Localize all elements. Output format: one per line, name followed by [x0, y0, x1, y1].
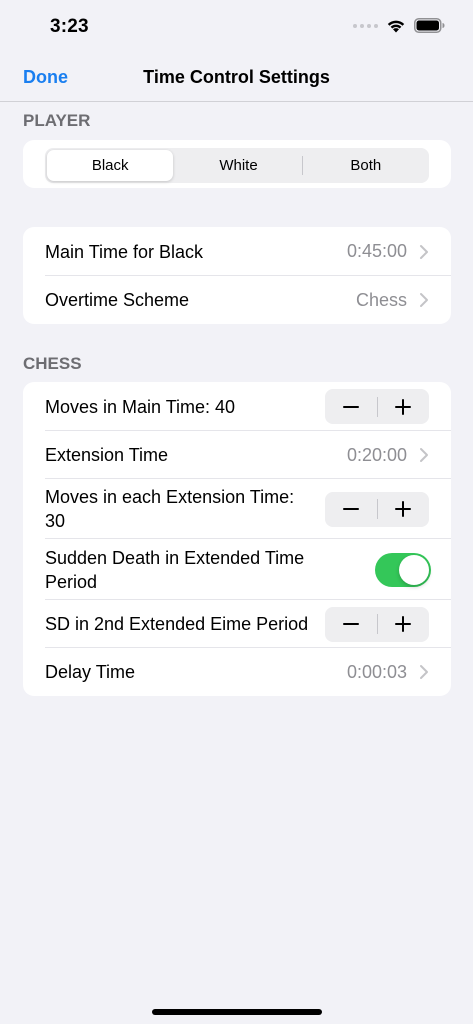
chevron-right-icon [420, 293, 428, 307]
player-card: Black White Both [23, 140, 451, 188]
chevron-right-icon [420, 448, 428, 462]
increment-button[interactable] [378, 492, 430, 527]
sd-2nd-row: SD in 2nd Extended Eime Period [23, 600, 451, 648]
overtime-scheme-label: Overtime Scheme [45, 290, 190, 310]
plus-icon [395, 616, 412, 632]
increment-button[interactable] [378, 607, 430, 642]
plus-icon [395, 398, 412, 415]
section-header-player: PLAYER [23, 111, 91, 130]
toggle-knob [399, 554, 429, 585]
status-bar: 3:23 [0, 0, 473, 56]
chess-card: Moves in Main Time: 40 Extension Time 0:… [23, 382, 451, 696]
decrement-button[interactable] [325, 389, 377, 424]
moves-extension-label-line2: 30 [45, 511, 66, 531]
navigation-bar: Done Time Control Settings [0, 56, 473, 102]
sd-2nd-label: SD in 2nd Extended Eime Period [45, 614, 309, 634]
plus-icon [395, 501, 412, 517]
player-segmented-control: Black White Both [45, 148, 429, 183]
overtime-scheme-value: Chess [355, 289, 407, 310]
delay-time-value: 0:00:03 [346, 661, 407, 682]
delay-time-label: Delay Time [45, 662, 136, 682]
chevron-right-icon [420, 244, 428, 259]
home-indicator [152, 1009, 322, 1015]
segment-white[interactable]: White [175, 148, 301, 183]
delay-time-row[interactable]: Delay Time 0:00:03 [23, 648, 451, 696]
moves-extension-label: Moves in each Extension Time: 30 [45, 485, 294, 533]
minus-icon [342, 508, 359, 510]
sudden-death-label-line2: Period [45, 571, 98, 592]
segment-both[interactable]: Both [303, 148, 429, 183]
main-time-label: Main Time for Black [45, 241, 204, 262]
status-time: 3:23 [50, 16, 89, 37]
segment-black[interactable]: Black [47, 150, 174, 181]
minus-icon [342, 405, 359, 408]
moves-main-time-row: Moves in Main Time: 40 [23, 382, 451, 431]
minus-icon [342, 623, 359, 625]
wifi-icon [387, 20, 405, 33]
time-card: Main Time for Black 0:45:00 Overtime Sch… [23, 227, 451, 324]
sudden-death-label-line1: Sudden Death in Extended Time [45, 547, 305, 568]
moves-main-time-stepper [325, 389, 429, 424]
cellular-signal-icon [353, 23, 378, 28]
sd-2nd-stepper [325, 606, 430, 642]
extension-time-label: Extension Time [45, 445, 169, 465]
status-icons [353, 18, 445, 33]
page-title: Time Control Settings [143, 67, 330, 87]
decrement-button[interactable] [325, 492, 377, 527]
chevron-right-icon [420, 665, 428, 679]
sudden-death-toggle[interactable] [375, 552, 431, 587]
moves-extension-label-line1: Moves in each Extension Time: [45, 487, 295, 507]
extension-time-value: 0:20:00 [346, 444, 407, 465]
extension-time-row[interactable]: Extension Time 0:20:00 [23, 431, 451, 479]
section-header-chess: CHESS [23, 354, 82, 373]
overtime-scheme-row[interactable]: Overtime Scheme Chess [23, 276, 451, 324]
moves-extension-stepper [325, 491, 430, 527]
battery-icon [414, 18, 445, 33]
decrement-button[interactable] [325, 607, 377, 642]
sudden-death-row: Sudden Death in Extended Time Period [23, 539, 451, 600]
sudden-death-label: Sudden Death in Extended Time Period [45, 546, 304, 594]
main-time-value: 0:45:00 [346, 241, 407, 261]
moves-main-time-label: Moves in Main Time: 40 [45, 396, 236, 417]
moves-extension-row: Moves in each Extension Time: 30 [23, 479, 451, 539]
main-time-row[interactable]: Main Time for Black 0:45:00 [23, 227, 451, 276]
increment-button[interactable] [378, 389, 430, 424]
